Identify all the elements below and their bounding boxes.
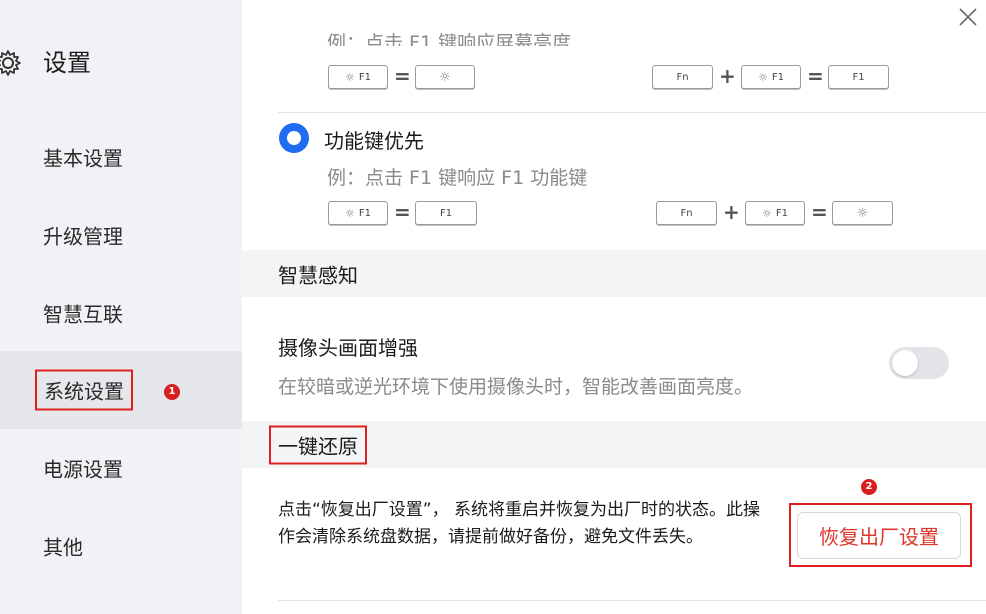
brightness-key: ☼ [415,65,475,89]
function-key-priority-radio[interactable] [279,123,309,153]
section-title: 智慧感知 [278,263,358,287]
sidebar-item-power[interactable]: 电源设置 [0,429,242,507]
sidebar-item-label: 电源设置 [43,457,123,482]
sidebar-item-smart-link[interactable]: 智慧互联 [0,274,242,352]
brightness-f1-key: ☼ F1 [328,65,388,89]
sidebar-item-label: 系统设置 [35,369,133,411]
function-key-priority-label: 功能键优先 [324,129,424,153]
divider [278,600,986,601]
f1-key: F1 [828,65,889,89]
gear-icon [0,50,21,76]
brightness-key: ☼ [832,201,893,225]
equals-sign: = [394,64,411,88]
camera-enhance-toggle[interactable] [889,347,949,379]
plus-sign: + [719,64,736,88]
factory-reset-button[interactable]: 恢复出厂设置 [797,512,961,559]
sun-icon: ☼ [762,206,772,220]
sidebar-item-label: 其他 [43,535,83,560]
brightness-f1-key: ☼ F1 [741,65,801,89]
fn-key: Fn [656,201,717,225]
fn-cut-example: 例：点击 F1 键响应屏幕亮度 [327,32,572,46]
sidebar-item-upgrade[interactable]: 升级管理 [0,196,242,274]
function-key-example: 例：点击 F1 键响应 F1 功能键 [327,167,588,189]
camera-enhance-desc: 在较暗或逆光环境下使用摄像头时，智能改善画面亮度。 [278,376,754,398]
sun-icon: ☼ [345,206,355,220]
plus-sign: + [723,200,740,224]
equals-sign: = [807,64,824,88]
sun-icon: ☼ [856,205,869,221]
close-icon[interactable] [957,6,979,28]
reset-description: 点击“恢复出厂设置”， 系统将重启并恢复为出厂时的状态。此操作会清除系统盘数据，… [278,500,761,547]
sidebar: 设置 基本设置 升级管理 智慧互联 系统设置 电源设置 其他 [0,0,242,614]
equals-sign: = [394,200,411,224]
brightness-f1-key: ☼ F1 [745,201,805,225]
sidebar-title: 设置 [43,49,91,77]
sun-icon: ☼ [758,70,768,84]
sidebar-item-system[interactable]: 系统设置 [0,351,242,429]
sidebar-item-basic[interactable]: 基本设置 [0,118,242,196]
sun-icon: ☼ [345,70,355,84]
brightness-f1-key: ☼ F1 [328,201,388,225]
fn-key: Fn [652,65,713,89]
f1-key: F1 [415,201,477,225]
camera-enhance-title: 摄像头画面增强 [278,336,418,360]
sidebar-item-label: 升级管理 [43,224,123,249]
section-header-reset: 一键还原 [242,421,986,468]
equals-sign: = [811,200,828,224]
section-title: 一键还原 [269,425,367,464]
sidebar-item-label: 智慧互联 [43,302,123,327]
annotation-marker-1: 1 [164,384,180,400]
annotation-marker-2: 2 [861,479,877,495]
sidebar-item-other[interactable]: 其他 [0,507,242,585]
section-header-smart-sense: 智慧感知 [242,250,986,297]
divider [278,112,986,113]
sun-icon: ☼ [439,69,451,85]
sidebar-item-label: 基本设置 [43,146,123,171]
